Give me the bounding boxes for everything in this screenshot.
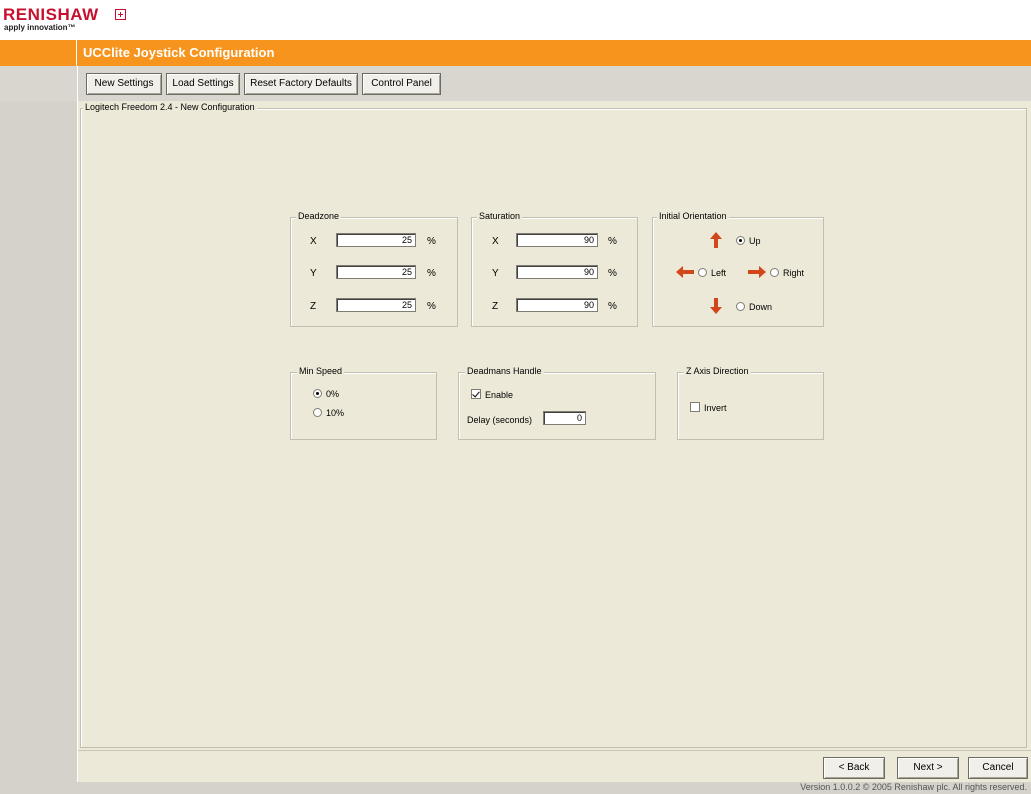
- deadmans-enable-checkbox[interactable]: [471, 389, 481, 399]
- saturation-x-label: X: [492, 236, 499, 247]
- min-speed-10-radio[interactable]: [313, 408, 322, 417]
- saturation-z-input[interactable]: 90: [516, 298, 598, 312]
- arrow-left-icon: [676, 266, 694, 278]
- z-axis-invert-label: Invert: [704, 403, 727, 413]
- saturation-y-input[interactable]: 90: [516, 265, 598, 279]
- deadzone-z-label: Z: [310, 301, 317, 312]
- min-speed-group: [290, 372, 437, 440]
- load-settings-button[interactable]: Load Settings: [166, 73, 240, 95]
- orientation-up-radio[interactable]: [736, 236, 745, 245]
- deadzone-y-unit: %: [427, 268, 436, 279]
- back-button[interactable]: < Back: [823, 757, 885, 779]
- saturation-y-label: Y: [492, 268, 499, 279]
- orientation-left-radio[interactable]: [698, 268, 707, 277]
- orientation-right-label: Right: [783, 268, 805, 278]
- wizard-button-bar: [78, 750, 1031, 783]
- min-speed-label: Min Speed: [297, 366, 345, 376]
- control-panel-button[interactable]: Control Panel: [362, 73, 441, 95]
- new-settings-button[interactable]: New Settings: [86, 73, 162, 95]
- saturation-z-label: Z: [492, 301, 499, 312]
- cancel-button[interactable]: Cancel: [968, 757, 1028, 779]
- renishaw-logo: RENISHAW: [3, 5, 99, 24]
- min-speed-0-radio[interactable]: [313, 389, 322, 398]
- orientation-down-label: Down: [749, 302, 773, 312]
- deadzone-x-label: X: [310, 236, 317, 247]
- deadzone-z-input[interactable]: 25: [336, 298, 416, 312]
- deadmans-delay-input[interactable]: 0: [543, 411, 586, 425]
- deadmans-handle-label: Deadmans Handle: [465, 366, 544, 376]
- initial-orientation-label: Initial Orientation: [657, 211, 729, 221]
- saturation-z-unit: %: [608, 301, 617, 312]
- z-axis-direction-label: Z Axis Direction: [684, 366, 751, 376]
- logo-tagline: apply innovation™: [4, 23, 76, 32]
- orientation-down-radio[interactable]: [736, 302, 745, 311]
- reset-factory-defaults-button[interactable]: Reset Factory Defaults: [244, 73, 358, 95]
- deadmans-enable-label: Enable: [485, 390, 514, 400]
- deadzone-y-input[interactable]: 25: [336, 265, 416, 279]
- min-speed-0-label: 0%: [326, 389, 340, 399]
- version-text: Version 1.0.0.2 © 2005 Renishaw plc. All…: [800, 782, 1027, 792]
- saturation-y-unit: %: [608, 268, 617, 279]
- window-title: UCClite Joystick Configuration: [83, 45, 275, 60]
- configuration-group-label: Logitech Freedom 2.4 - New Configuration: [83, 102, 257, 112]
- min-speed-10-label: 10%: [326, 408, 345, 418]
- deadzone-x-input[interactable]: 25: [336, 233, 416, 247]
- deadzone-y-label: Y: [310, 268, 317, 279]
- toolbar-left-rail: [0, 66, 78, 101]
- z-axis-invert-checkbox[interactable]: [690, 402, 700, 412]
- deadzone-label: Deadzone: [296, 211, 342, 221]
- saturation-x-unit: %: [608, 236, 617, 247]
- logo-mark-icon: [115, 9, 126, 20]
- left-rail: [0, 101, 78, 782]
- deadmans-delay-label: Delay (seconds): [467, 415, 533, 425]
- next-button[interactable]: Next >: [897, 757, 959, 779]
- orientation-left-label: Left: [711, 268, 727, 278]
- orientation-right-radio[interactable]: [770, 268, 779, 277]
- deadzone-x-unit: %: [427, 236, 436, 247]
- arrow-up-icon: [710, 232, 722, 248]
- arrow-right-icon: [748, 266, 766, 278]
- orientation-up-label: Up: [749, 236, 761, 246]
- title-band-left: [0, 40, 77, 66]
- saturation-label: Saturation: [477, 211, 523, 221]
- deadmans-handle-group: [458, 372, 656, 440]
- arrow-down-icon: [710, 298, 722, 314]
- saturation-x-input[interactable]: 90: [516, 233, 598, 247]
- deadzone-z-unit: %: [427, 301, 436, 312]
